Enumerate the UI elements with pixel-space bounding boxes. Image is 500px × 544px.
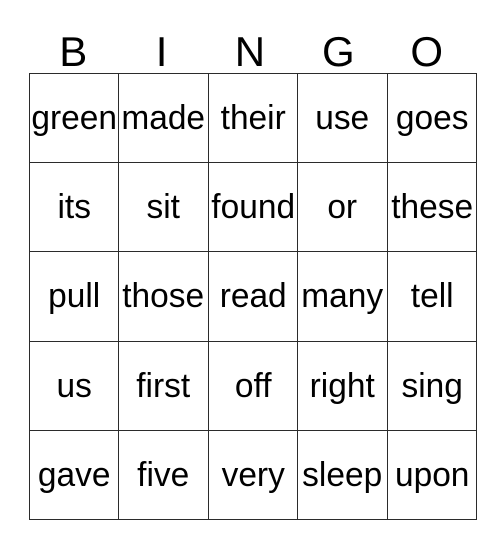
bingo-cell-word: off (234, 366, 272, 405)
bingo-card: B I N G O green made their use goes its … (28, 22, 477, 520)
header-letter-n: N (234, 28, 266, 75)
bingo-cell-word: or (327, 188, 358, 227)
bingo-cell[interactable]: use (297, 72, 388, 164)
bingo-cell[interactable]: pull (28, 251, 120, 342)
bingo-cell[interactable]: those (118, 251, 209, 342)
bingo-cell[interactable]: found (207, 162, 299, 253)
bingo-cell[interactable]: first (118, 340, 209, 431)
bingo-cell-word: very (221, 455, 285, 494)
bingo-cell-word: many (301, 277, 384, 316)
bingo-cell[interactable]: sit (118, 162, 209, 253)
bingo-cell-word: upon (394, 455, 469, 494)
bingo-cell-word: pull (48, 277, 101, 316)
bingo-cell-word: their (220, 99, 286, 138)
bingo-cell[interactable]: off (207, 340, 299, 431)
header-letter-b: B (59, 28, 88, 75)
bingo-cell[interactable]: us (28, 340, 120, 431)
header-letter-o: O (410, 28, 444, 75)
bingo-grid: green made their use goes its sit found … (28, 72, 477, 520)
bingo-cell-word: gave (37, 455, 111, 494)
bingo-row: gave five very sleep upon (28, 429, 477, 520)
bingo-cell-word: green (31, 99, 117, 138)
bingo-row: us first off right sing (28, 340, 477, 431)
bingo-cell[interactable]: right (297, 340, 388, 431)
bingo-cell-word: found (211, 188, 295, 227)
bingo-cell[interactable]: these (386, 162, 477, 253)
bingo-cell-word: sit (146, 188, 181, 227)
bingo-cell[interactable]: five (118, 429, 209, 520)
bingo-cell-word: right (309, 366, 375, 405)
bingo-cell-word: sleep (302, 455, 383, 494)
bingo-row: green made their use goes (28, 72, 477, 164)
bingo-cell-word: goes (395, 99, 469, 138)
bingo-cell[interactable]: sleep (297, 429, 388, 520)
bingo-cell-word: five (137, 455, 190, 494)
bingo-cell-word: use (315, 99, 370, 138)
bingo-cell-word: read (219, 277, 287, 316)
bingo-cell[interactable]: made (118, 72, 209, 164)
bingo-cell[interactable]: green (28, 72, 120, 164)
bingo-cell[interactable]: their (207, 72, 299, 164)
bingo-cell-word: these (390, 188, 473, 227)
bingo-cell-word: us (56, 366, 92, 405)
header-letter-g: G (322, 28, 355, 75)
bingo-header-row: B I N G O (29, 22, 471, 73)
bingo-cell[interactable]: or (297, 162, 388, 253)
bingo-cell-word: made (121, 99, 206, 138)
bingo-cell[interactable]: many (297, 251, 388, 342)
bingo-row: pull those read many tell (28, 251, 477, 342)
bingo-cell[interactable]: very (207, 429, 299, 520)
bingo-cell-word: those (122, 277, 205, 316)
bingo-cell-word: first (136, 366, 191, 405)
bingo-cell[interactable]: goes (386, 72, 477, 164)
bingo-cell[interactable]: sing (386, 340, 477, 431)
bingo-cell[interactable]: its (28, 162, 120, 253)
bingo-cell[interactable]: tell (386, 251, 477, 342)
bingo-cell[interactable]: upon (386, 429, 477, 520)
header-letter-i: I (155, 28, 168, 75)
bingo-row: its sit found or these (28, 162, 477, 253)
bingo-cell[interactable]: read (207, 251, 299, 342)
bingo-cell-word: tell (410, 277, 454, 316)
bingo-cell-word: its (57, 188, 91, 227)
bingo-cell[interactable]: gave (28, 429, 120, 520)
bingo-cell-word: sing (401, 366, 463, 405)
